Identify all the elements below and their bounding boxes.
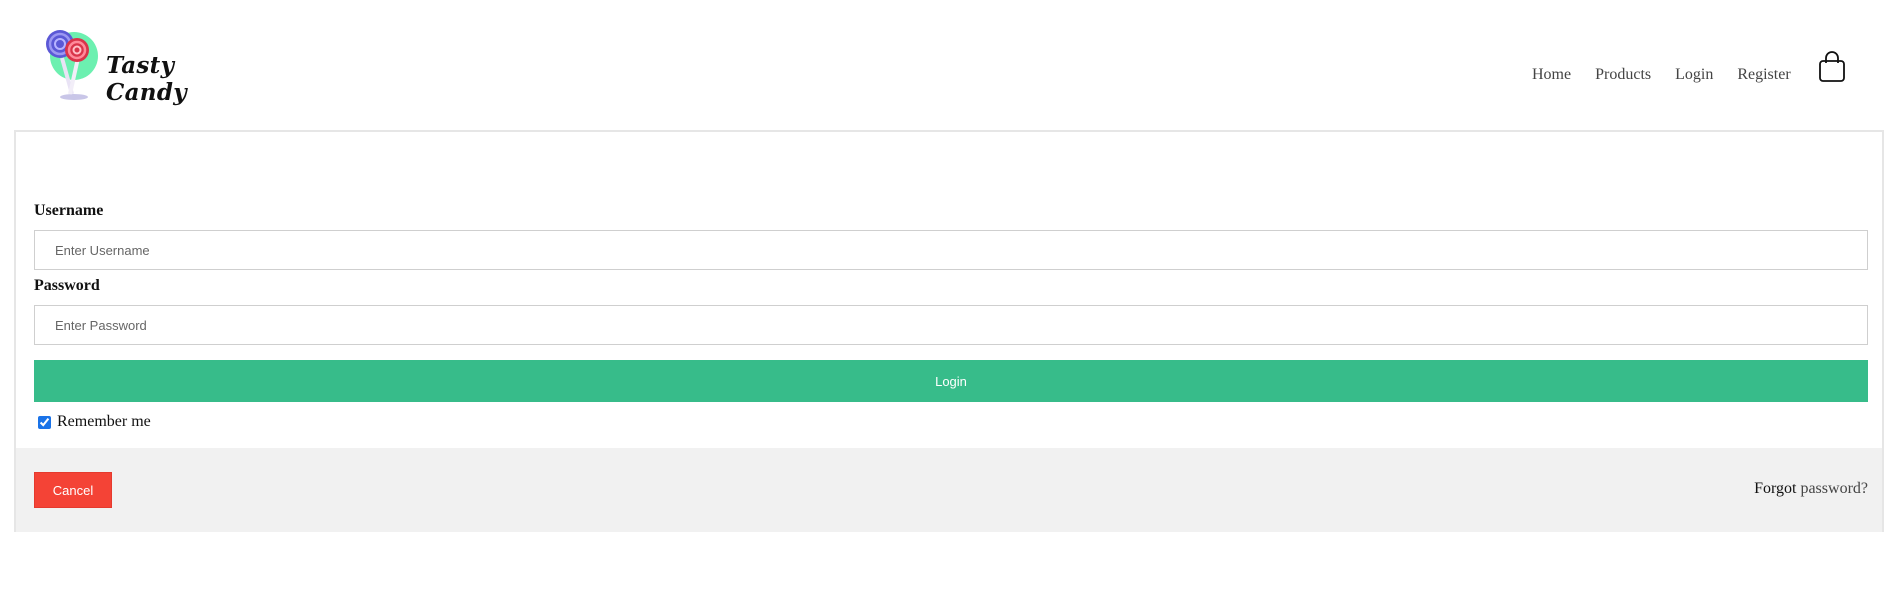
forgot-prefix: Forgot	[1754, 480, 1797, 497]
brand-name: Tasty Candy	[106, 52, 187, 106]
remember-me-checkbox[interactable]	[38, 415, 51, 429]
forgot-password-link[interactable]: password?	[1800, 480, 1868, 497]
logo[interactable]: Tasty Candy	[44, 28, 244, 108]
nav-home[interactable]: Home	[1532, 66, 1571, 84]
login-button[interactable]: Login	[34, 360, 1868, 402]
password-label: Password	[34, 277, 100, 294]
login-form: Username Password Login Remember me Canc…	[14, 130, 1884, 532]
shopping-bag-icon	[1819, 51, 1845, 82]
lollipop-icon	[46, 30, 98, 100]
remember-me[interactable]: Remember me	[38, 413, 151, 431]
remember-me-label: Remember me	[57, 413, 151, 430]
nav-products[interactable]: Products	[1595, 66, 1651, 84]
cart-button[interactable]	[1818, 51, 1846, 83]
username-input[interactable]	[34, 230, 1868, 270]
site-header: Tasty Candy Home Products Login Register	[0, 0, 1897, 128]
password-input[interactable]	[34, 305, 1868, 345]
nav-login[interactable]: Login	[1675, 66, 1713, 84]
forgot-password: Forgot password?	[1754, 480, 1868, 498]
main-nav: Home Products Login Register	[1532, 66, 1815, 84]
username-label: Username	[34, 202, 104, 219]
nav-register[interactable]: Register	[1737, 66, 1790, 84]
form-footer: Cancel Forgot password?	[16, 448, 1882, 532]
cancel-button[interactable]: Cancel	[34, 472, 112, 508]
